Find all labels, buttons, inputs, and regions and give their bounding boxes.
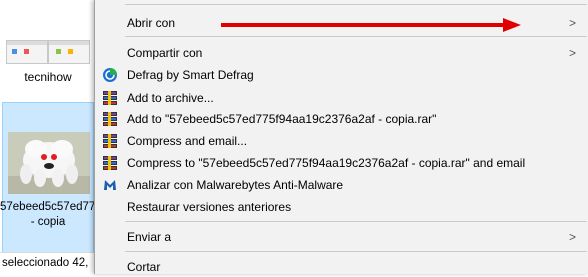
submenu-chevron-icon: > (569, 16, 577, 30)
menu-item-add-to-rar[interactable]: Add to "57ebeed5c57ed775f94aa19c2376a2af… (95, 108, 588, 129)
menu-item-restaurar-versiones[interactable]: Restaurar versiones anteriores (95, 196, 588, 217)
folder-name[interactable]: tecnihow (0, 70, 96, 84)
menu-item-label: Defrag by Smart Defrag (127, 68, 254, 82)
menu-item-label: Compress to "57ebeed5c57ed775f94aa19c237… (127, 156, 526, 170)
menu-item-compress-to-rar-and-email[interactable]: Compress to "57ebeed5c57ed775f94aa19c237… (95, 152, 588, 173)
menu-separator (125, 251, 587, 252)
file-thumbnail-image (8, 132, 90, 194)
menu-item-label: Compress and email... (127, 134, 248, 148)
winrar-icon (102, 133, 118, 149)
menu-item-label: Compartir con (127, 46, 203, 60)
menu-item-label: Add to archive... (127, 91, 214, 105)
menu-item-label: Add to "57ebeed5c57ed775f94aa19c2376a2af… (127, 112, 437, 126)
menu-item-smart-defrag[interactable]: Defrag by Smart Defrag (95, 64, 588, 85)
winrar-icon (102, 155, 118, 171)
winrar-icon (102, 111, 118, 127)
menu-item-label: Analizar con Malwarebytes Anti-Malware (127, 178, 344, 192)
folder-thumbnail[interactable] (4, 40, 90, 66)
menu-item-malwarebytes[interactable]: Analizar con Malwarebytes Anti-Malware (95, 174, 588, 195)
selected-file-name[interactable]: 57ebeed5c57ed775f94aa19c2376aaf - copia (0, 200, 191, 230)
menu-item-label: Cortar (127, 260, 161, 274)
menu-separator (125, 4, 587, 5)
menu-separator (125, 221, 587, 222)
status-bar-text: seleccionado 42, (0, 252, 96, 274)
menu-item-label: Enviar a (127, 230, 172, 244)
menu-item-compress-and-email[interactable]: Compress and email... (95, 130, 588, 151)
menu-item-enviar-a[interactable]: Enviar a > (95, 226, 588, 247)
context-menu: Abrir con > Compartir con > Defrag by Sm… (94, 0, 588, 274)
submenu-chevron-icon: > (569, 230, 577, 244)
malwarebytes-icon (102, 177, 118, 193)
winrar-icon (102, 90, 118, 106)
menu-item-compartir-con[interactable]: Compartir con > (95, 42, 588, 63)
menu-item-label: Restaurar versiones anteriores (127, 200, 292, 214)
submenu-chevron-icon: > (569, 46, 577, 60)
smart-defrag-icon (102, 67, 118, 83)
menu-separator (125, 36, 587, 37)
menu-item-label: Abrir con (127, 16, 176, 30)
menu-item-add-to-archive[interactable]: Add to archive... (95, 87, 588, 108)
red-arrow-annotation (221, 18, 521, 32)
